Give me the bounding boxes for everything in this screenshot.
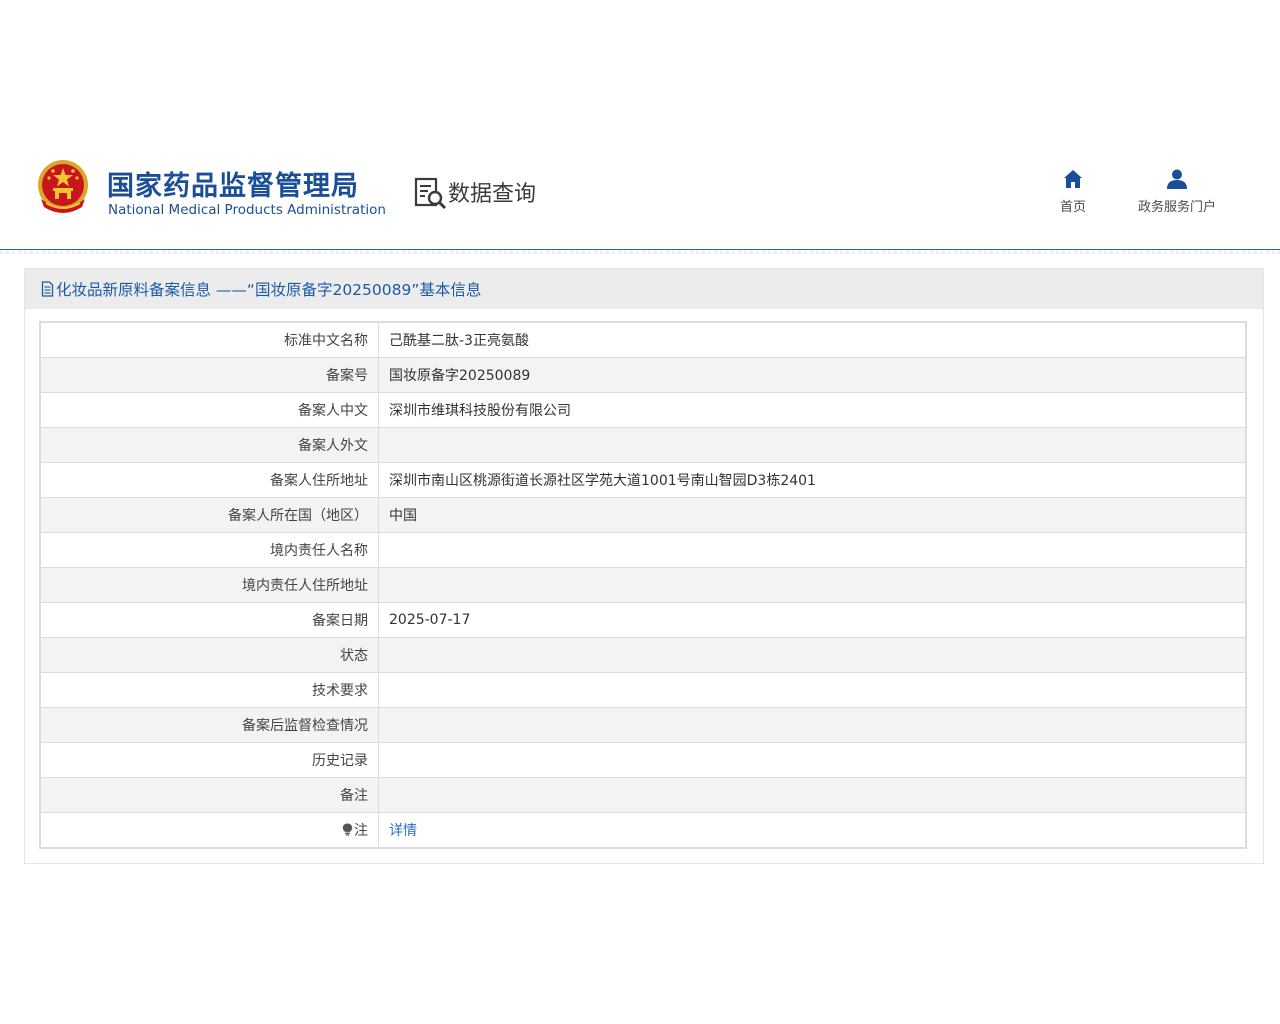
table-row: 历史记录 <box>39 742 1247 778</box>
row-value <box>378 427 1247 463</box>
note-label: 注 <box>354 823 368 839</box>
table-row: 境内责任人住所地址 <box>39 567 1247 603</box>
table-row: 备案人外文 <box>39 427 1247 463</box>
header-divider <box>0 249 1280 250</box>
row-label: 标准中文名称 <box>39 321 379 358</box>
org-name-cn: 国家药品监督管理局 <box>107 171 359 202</box>
document-icon <box>41 281 54 297</box>
row-value <box>378 777 1247 813</box>
table-row: 备注 <box>39 777 1247 813</box>
row-value <box>378 532 1247 568</box>
row-value: 2025-07-17 <box>378 602 1247 638</box>
note-label-cell: 注 <box>39 812 379 849</box>
section-title: 数据查询 <box>448 182 537 207</box>
row-value <box>378 707 1247 743</box>
row-value <box>378 742 1247 778</box>
nav-gov-service-button[interactable]: 政务服务门户 <box>1128 168 1226 215</box>
table-row: 备案人住所地址 深圳市南山区桃源街道长源社区学苑大道1001号南山智园D3栋24… <box>39 462 1247 498</box>
detail-link[interactable]: 详情 <box>389 823 417 839</box>
site-header: 国家药品监督管理局 National Medical Products Admi… <box>0 140 1280 250</box>
panel-title-bar: 化妆品新原料备案信息 ——“国妆原备字20250089”基本信息 <box>25 269 1263 309</box>
row-value: 深圳市南山区桃源街道长源社区学苑大道1001号南山智园D3栋2401 <box>378 462 1247 498</box>
home-icon <box>1064 170 1082 188</box>
table-row: 备案号 国妆原备字20250089 <box>39 357 1247 393</box>
row-label: 备注 <box>39 777 379 813</box>
org-name-en: National Medical Products Administration <box>108 202 386 218</box>
row-value <box>378 637 1247 673</box>
table-row: 境内责任人名称 <box>39 532 1247 568</box>
row-label: 备案人中文 <box>39 392 379 428</box>
row-value: 中国 <box>378 497 1247 533</box>
row-label: 备案人所在国（地区） <box>39 497 379 533</box>
row-label: 状态 <box>39 637 379 673</box>
table-row: 备案人所在国（地区） 中国 <box>39 497 1247 533</box>
row-label: 备案人住所地址 <box>39 462 379 498</box>
row-value <box>378 672 1247 708</box>
record-panel: 化妆品新原料备案信息 ——“国妆原备字20250089”基本信息 标准中文名称 … <box>24 268 1264 864</box>
record-info-table: 标准中文名称 己酰基二肽-3正亮氨酸 备案号 国妆原备字20250089 备案人… <box>39 321 1247 849</box>
row-label: 备案号 <box>39 357 379 393</box>
table-row: 备案日期 2025-07-17 <box>39 602 1247 638</box>
table-row: 备案人中文 深圳市维琪科技股份有限公司 <box>39 392 1247 428</box>
row-value: 深圳市维琪科技股份有限公司 <box>378 392 1247 428</box>
nav-home-label: 首页 <box>1059 200 1086 215</box>
row-label: 技术要求 <box>39 672 379 708</box>
row-label: 历史记录 <box>39 742 379 778</box>
row-value: 己酰基二肽-3正亮氨酸 <box>378 321 1247 358</box>
data-query-icon <box>414 177 447 210</box>
table-row: 备案后监督检查情况 <box>39 707 1247 743</box>
row-label: 备案日期 <box>39 602 379 638</box>
table-row-note: 注 详情 <box>39 812 1247 849</box>
row-label: 备案后监督检查情况 <box>39 707 379 743</box>
user-icon <box>1167 169 1187 189</box>
row-label: 备案人外文 <box>39 427 379 463</box>
national-emblem-icon <box>38 160 88 213</box>
nav-home-button[interactable]: 首页 <box>1053 168 1093 215</box>
row-value: 国妆原备字20250089 <box>378 357 1247 393</box>
row-label: 境内责任人住所地址 <box>39 567 379 603</box>
row-label: 境内责任人名称 <box>39 532 379 568</box>
row-value <box>378 567 1247 603</box>
table-row: 状态 <box>39 637 1247 673</box>
table-row: 技术要求 <box>39 672 1247 708</box>
note-value-cell: 详情 <box>378 812 1247 849</box>
panel-title: 化妆品新原料备案信息 ——“国妆原备字20250089”基本信息 <box>56 281 482 299</box>
lightbulb-icon <box>342 823 353 836</box>
table-row: 标准中文名称 己酰基二肽-3正亮氨酸 <box>39 321 1247 358</box>
header-divider-pattern <box>0 251 1280 254</box>
nav-gov-service-label: 政务服务门户 <box>1137 200 1216 215</box>
